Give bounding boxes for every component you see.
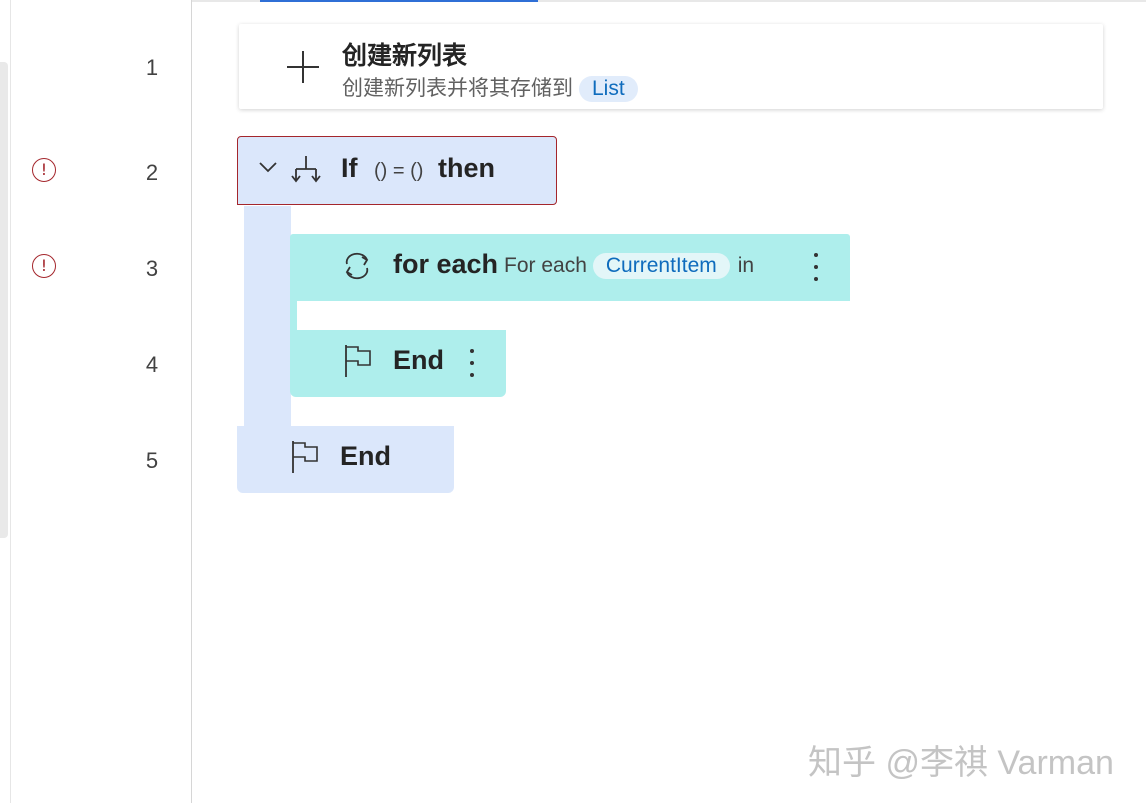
line-number-2: 2: [145, 160, 159, 185]
action-create-list[interactable]: 创建新列表 创建新列表并将其存储到 List: [239, 24, 1103, 109]
end-label: End: [340, 441, 391, 471]
left-border: [10, 0, 11, 803]
action-end-loop[interactable]: End: [290, 330, 506, 397]
more-options-icon[interactable]: [811, 250, 821, 284]
for-each-description-text: For each: [504, 254, 587, 277]
branch-icon: [291, 156, 321, 183]
if-block-rail: [244, 206, 291, 428]
for-each-keyword: for each: [393, 249, 499, 279]
line-number-1: 1: [145, 55, 159, 80]
loop-block-rail: [290, 300, 297, 330]
flag-icon: [345, 345, 371, 377]
error-icon[interactable]: !: [32, 254, 56, 278]
action-description-text: 创建新列表并将其存储到: [342, 77, 573, 100]
line-number-4: 4: [145, 352, 159, 377]
flag-icon: [292, 441, 318, 473]
line-number-3: 3: [145, 256, 159, 281]
error-icon[interactable]: !: [32, 158, 56, 182]
action-description: 创建新列表并将其存储到 List: [342, 72, 638, 102]
if-keyword: If: [341, 153, 358, 183]
watermark: 知乎 @李祺 Varman: [808, 744, 1114, 782]
line-number-5: 5: [145, 448, 159, 473]
if-condition: () = (): [374, 160, 424, 182]
action-title: 创建新列表: [342, 42, 468, 70]
left-rail: [0, 62, 8, 538]
for-each-suffix: in: [737, 254, 755, 277]
chevron-down-icon[interactable]: [256, 155, 280, 179]
more-options-icon[interactable]: [467, 346, 477, 380]
gutter-divider: [191, 0, 192, 803]
loop-icon: [345, 252, 369, 280]
if-then-keyword: then: [438, 153, 495, 183]
for-each-description: For each CurrentItem in: [504, 253, 754, 279]
action-end-if[interactable]: End: [237, 426, 454, 493]
variable-token-current-item[interactable]: CurrentItem: [592, 253, 730, 279]
selected-tab-indicator: [260, 0, 538, 2]
plus-icon: [287, 51, 319, 83]
action-if[interactable]: If () = () then: [237, 136, 557, 205]
variable-token-list[interactable]: List: [579, 76, 638, 102]
end-label: End: [393, 345, 444, 375]
action-for-each[interactable]: for each For each CurrentItem in: [290, 234, 850, 301]
